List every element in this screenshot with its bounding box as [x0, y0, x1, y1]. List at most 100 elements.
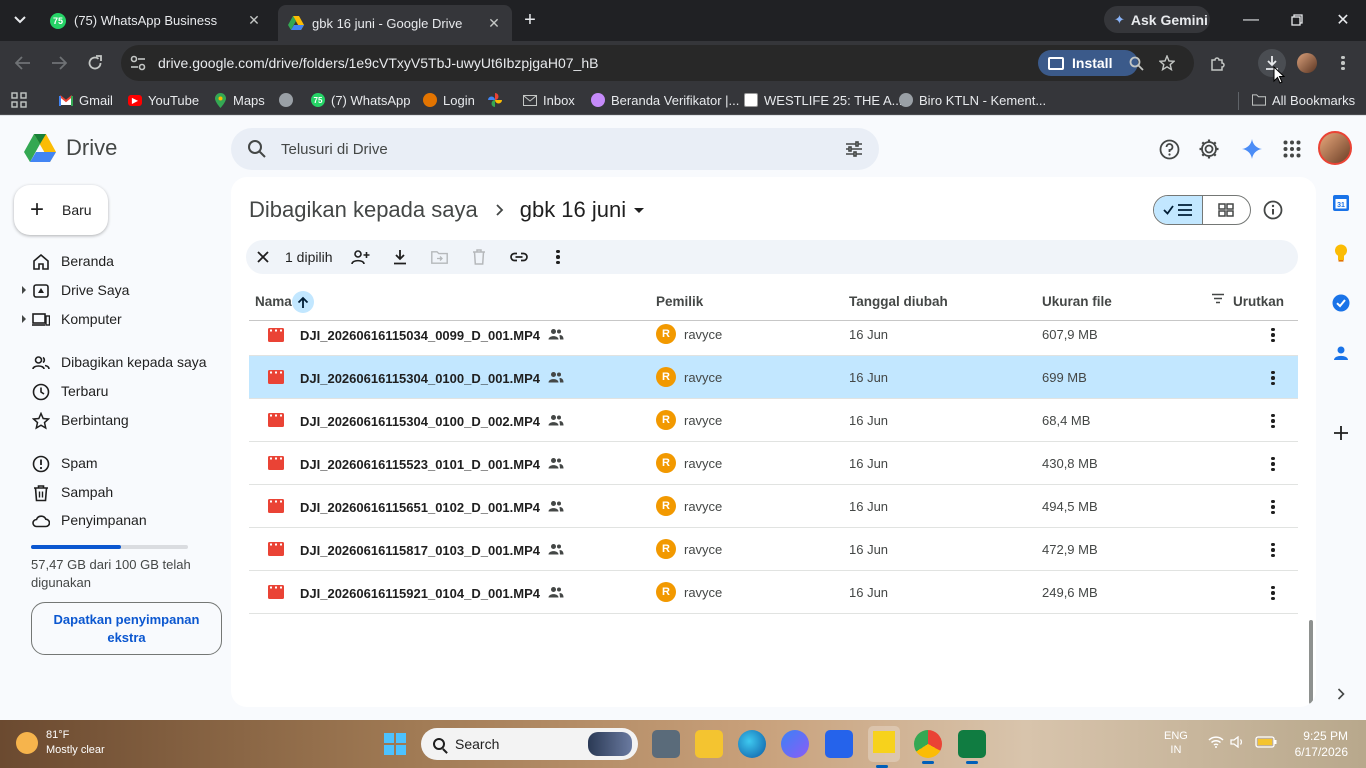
bookmark-youtube[interactable]: ▶ YouTube	[128, 91, 199, 109]
sidebar-item-home[interactable]: Beranda	[22, 247, 222, 275]
expand-caret-icon[interactable]	[22, 286, 26, 294]
task-view-icon[interactable]	[652, 730, 680, 758]
sidebar-item-computers[interactable]: Komputer	[22, 305, 222, 333]
apps-grid-icon[interactable]	[11, 91, 27, 109]
bookmark-maps[interactable]: Maps	[213, 91, 265, 109]
sort-options-button[interactable]: Urutkan	[1233, 294, 1284, 309]
sidebar-item-recent[interactable]: Terbaru	[22, 377, 222, 405]
ask-gemini-button[interactable]: ✦ Ask Gemini	[1104, 6, 1210, 33]
account-avatar[interactable]	[1318, 131, 1352, 165]
column-modified[interactable]: Tanggal diubah	[849, 294, 948, 309]
search-icon[interactable]	[247, 139, 267, 159]
bookmark-inbox[interactable]: Inbox	[523, 91, 575, 109]
minimize-icon[interactable]: —	[1239, 8, 1263, 32]
profile-avatar-icon[interactable]	[1295, 51, 1319, 75]
battery-icon[interactable]	[1255, 736, 1277, 748]
sidebar-item-shared-with-me[interactable]: Dibagikan kepada saya	[22, 348, 222, 376]
forward-arrow-icon[interactable]	[47, 51, 71, 75]
back-arrow-icon[interactable]	[11, 51, 35, 75]
drive-search-bar[interactable]	[231, 128, 879, 170]
tab-google-drive[interactable]: gbk 16 juni - Google Drive ✕	[278, 5, 512, 41]
keyboard-language[interactable]: ENG IN	[1164, 729, 1188, 757]
bookmark-star-icon[interactable]	[1155, 51, 1179, 75]
excel-icon[interactable]	[958, 730, 986, 764]
keep-icon[interactable]	[1331, 243, 1351, 263]
file-name[interactable]: DJI_20260616115304_0100_D_002.MP4	[300, 414, 540, 429]
calendar-icon[interactable]: 31	[1331, 193, 1351, 213]
more-actions-icon[interactable]	[548, 247, 568, 267]
settings-gear-icon[interactable]	[1198, 138, 1220, 160]
bookmark-login[interactable]: Login	[423, 91, 475, 109]
file-name[interactable]: DJI_20260616115651_0102_D_001.MP4	[300, 500, 540, 515]
bookmark-globe[interactable]	[279, 91, 299, 109]
install-app-button[interactable]: Install	[1038, 50, 1138, 76]
file-name[interactable]: DJI_20260616115304_0100_D_001.MP4	[300, 371, 540, 386]
sidebar-item-storage[interactable]: Penyimpanan	[22, 506, 222, 534]
wifi-icon[interactable]	[1208, 736, 1224, 748]
edge-browser-icon[interactable]	[738, 730, 766, 758]
get-more-storage-button[interactable]: Dapatkan penyimpanan ekstra	[31, 602, 222, 655]
vertical-scrollbar[interactable]	[1309, 620, 1313, 704]
contacts-icon[interactable]	[1331, 343, 1351, 363]
folder-dropdown-caret-icon[interactable]	[634, 207, 645, 213]
maximize-icon[interactable]	[1285, 8, 1309, 32]
row-more-actions-icon[interactable]	[1263, 584, 1283, 602]
new-tab-icon[interactable]: +	[519, 9, 541, 31]
copy-link-icon[interactable]	[509, 247, 529, 267]
column-size[interactable]: Ukuran file	[1042, 294, 1112, 309]
bookmark-westlife[interactable]: WESTLIFE 25: THE A...	[744, 91, 902, 109]
system-clock[interactable]: 9:25 PM 6/17/2026	[1290, 728, 1348, 760]
row-more-actions-icon[interactable]	[1263, 455, 1283, 473]
bookmark-pinwheel[interactable]	[488, 91, 508, 109]
browser-menu-icon[interactable]	[1331, 51, 1355, 75]
file-row[interactable]: DJI_20260616115304_0100_D_002.MP4 Rravyce…	[249, 399, 1298, 442]
file-row[interactable]: DJI_20260616115523_0101_D_001.MP4 Rravyce…	[249, 442, 1298, 485]
weather-widget[interactable]: 81°F Mostly clear	[16, 728, 105, 758]
tab-whatsapp-business[interactable]: 75 (75) WhatsApp Business ✕	[40, 5, 272, 36]
sticky-notes-icon[interactable]	[868, 726, 900, 768]
gemini-sparkle-icon[interactable]	[1241, 138, 1263, 160]
list-view-button[interactable]	[1154, 196, 1203, 224]
sort-lines-icon[interactable]	[1211, 293, 1225, 304]
row-more-actions-icon[interactable]	[1263, 326, 1283, 344]
row-more-actions-icon[interactable]	[1263, 369, 1283, 387]
file-row[interactable]: DJI_20260616115034_0099_D_001.MP4 Rravyce…	[249, 320, 1298, 356]
file-row[interactable]: DJI_20260616115921_0104_D_001.MP4 Rravyce…	[249, 571, 1298, 614]
breadcrumb-current-folder[interactable]: gbk 16 juni	[520, 197, 626, 223]
tab-search-chevron-icon[interactable]	[8, 8, 32, 32]
bookmark-biro-ktln[interactable]: Biro KTLN - Kement...	[899, 91, 1046, 109]
share-add-person-icon[interactable]	[350, 247, 370, 267]
taskbar-search-box[interactable]: Search	[421, 728, 638, 760]
address-bar[interactable]: drive.google.com/drive/folders/1e9cVTxyV…	[121, 45, 1194, 81]
sidebar-item-my-drive[interactable]: Drive Saya	[22, 276, 222, 304]
close-tab-icon[interactable]: ✕	[246, 12, 262, 29]
help-icon[interactable]	[1158, 138, 1180, 160]
extensions-puzzle-icon[interactable]	[1206, 51, 1230, 75]
hide-side-panel-chevron-icon[interactable]	[1331, 684, 1351, 704]
search-input[interactable]	[281, 138, 781, 160]
zoom-icon[interactable]	[1124, 51, 1148, 75]
clear-selection-icon[interactable]	[253, 247, 273, 267]
column-name[interactable]: Nama	[255, 294, 292, 309]
expand-caret-icon[interactable]	[22, 315, 26, 323]
close-tab-icon[interactable]: ✕	[486, 15, 502, 31]
file-name[interactable]: DJI_20260616115034_0099_D_001.MP4	[300, 328, 540, 343]
sidebar-item-starred[interactable]: Berbintang	[22, 406, 222, 434]
file-explorer-icon[interactable]	[695, 730, 723, 758]
file-name[interactable]: DJI_20260616115817_0103_D_001.MP4	[300, 543, 540, 558]
download-icon[interactable]	[390, 247, 410, 267]
sidebar-item-trash[interactable]: Sampah	[22, 478, 222, 506]
sidebar-item-spam[interactable]: Spam	[22, 449, 222, 477]
row-more-actions-icon[interactable]	[1263, 498, 1283, 516]
file-row[interactable]: DJI_20260616115304_0100_D_001.MP4 Rravyce…	[249, 356, 1298, 399]
google-apps-icon[interactable]	[1281, 138, 1303, 160]
new-button[interactable]: + Baru	[14, 185, 108, 235]
all-bookmarks[interactable]: All Bookmarks	[1252, 91, 1355, 109]
file-row[interactable]: DJI_20260616115651_0102_D_001.MP4 Rravyce…	[249, 485, 1298, 528]
chrome-browser-icon[interactable]	[914, 730, 942, 764]
bookmark-gmail[interactable]: Gmail	[59, 91, 113, 109]
bookmark-beranda-verifikator[interactable]: Beranda Verifikator |...	[591, 91, 739, 109]
grid-view-button[interactable]	[1203, 196, 1251, 224]
file-row[interactable]: DJI_20260616115817_0103_D_001.MP4 Rravyce…	[249, 528, 1298, 571]
reload-icon[interactable]	[83, 51, 107, 75]
